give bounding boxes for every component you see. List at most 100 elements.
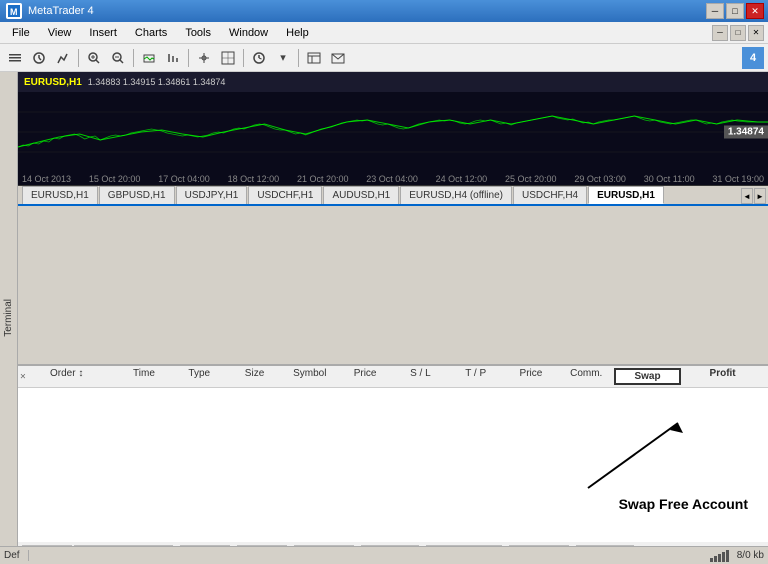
close-button[interactable]: ✕ bbox=[746, 3, 764, 19]
trade-table-header: × Order ↕ Time Type Size Symbol Price S … bbox=[18, 366, 768, 388]
chart-tab-3[interactable]: USDCHF,H1 bbox=[248, 186, 322, 204]
chart-time-axis: 14 Oct 2013 15 Oct 20:00 17 Oct 04:00 18… bbox=[18, 172, 768, 186]
menu-max-btn[interactable]: □ bbox=[730, 25, 746, 41]
data-size-label: 8/0 kb bbox=[737, 550, 764, 561]
menu-window[interactable]: Window bbox=[221, 25, 276, 41]
status-right: 8/0 kb bbox=[710, 550, 764, 562]
chart-header: EURUSD,H1 1.34883 1.34915 1.34861 1.3487… bbox=[18, 72, 768, 92]
chart-tab-0[interactable]: EURUSD,H1 bbox=[22, 186, 98, 204]
time-label-6: 24 Oct 12:00 bbox=[436, 174, 488, 184]
chart-canvas[interactable]: 1.34874 bbox=[18, 92, 768, 172]
toolbar-btn-5[interactable] bbox=[162, 47, 184, 69]
toolbar-template[interactable] bbox=[303, 47, 325, 69]
col-price2[interactable]: Price bbox=[503, 368, 558, 385]
time-label-2: 17 Oct 04:00 bbox=[158, 174, 210, 184]
col-order[interactable]: Order ↕ bbox=[34, 368, 116, 385]
menu-tools[interactable]: Tools bbox=[177, 25, 219, 41]
col-price[interactable]: Price bbox=[337, 368, 392, 385]
chart-tab-1[interactable]: GBPUSD,H1 bbox=[99, 186, 175, 204]
col-time[interactable]: Time bbox=[116, 368, 171, 385]
time-label-5: 23 Oct 04:00 bbox=[366, 174, 418, 184]
toolbar-btn-7[interactable]: ▾ bbox=[272, 47, 294, 69]
window-title: MetaTrader 4 bbox=[28, 5, 94, 17]
toolbar-btn-6[interactable] bbox=[217, 47, 239, 69]
chart-tab-right[interactable]: ► bbox=[754, 188, 766, 204]
col-tp[interactable]: T / P bbox=[448, 368, 503, 385]
annotation-arrow-svg bbox=[488, 408, 708, 508]
menu-charts[interactable]: Charts bbox=[127, 25, 175, 41]
toolbar-sep-2 bbox=[133, 49, 134, 67]
chart-symbol: EURUSD,H1 bbox=[24, 77, 82, 88]
time-label-10: 31 Oct 19:00 bbox=[712, 174, 764, 184]
connection-icon bbox=[710, 550, 729, 562]
status-def: Def bbox=[4, 550, 29, 561]
signal-bar-1 bbox=[710, 558, 713, 562]
title-bar-left: M MetaTrader 4 bbox=[6, 3, 94, 19]
left-sidebar: Terminal bbox=[0, 72, 18, 564]
time-label-3: 18 Oct 12:00 bbox=[228, 174, 280, 184]
chart-area: EURUSD,H1 1.34883 1.34915 1.34861 1.3487… bbox=[18, 72, 768, 272]
chart-svg bbox=[18, 92, 768, 172]
toolbar-right-btn[interactable]: 4 bbox=[742, 47, 764, 69]
trade-body: Swap Free Account bbox=[18, 388, 768, 542]
minimize-button[interactable]: ─ bbox=[706, 3, 724, 19]
chart-tab-7[interactable]: EURUSD,H1 bbox=[588, 186, 664, 204]
toolbar-email[interactable] bbox=[327, 47, 349, 69]
chart-tab-6[interactable]: USDCHF,H4 bbox=[513, 186, 587, 204]
col-comm[interactable]: Comm. bbox=[559, 368, 614, 385]
svg-text:M: M bbox=[10, 7, 18, 17]
status-bar: Def 8/0 kb bbox=[0, 546, 768, 564]
time-label-4: 21 Oct 20:00 bbox=[297, 174, 349, 184]
chart-tab-4[interactable]: AUDUSD,H1 bbox=[323, 186, 399, 204]
col-type[interactable]: Type bbox=[172, 368, 227, 385]
col-sl[interactable]: S / L bbox=[393, 368, 448, 385]
toolbar-zoom-out[interactable] bbox=[107, 47, 129, 69]
time-label-8: 29 Oct 03:00 bbox=[574, 174, 626, 184]
table-close-btn[interactable]: × bbox=[20, 371, 26, 382]
signal-bar-5 bbox=[726, 550, 729, 562]
toolbar-crosshair[interactable] bbox=[193, 47, 215, 69]
chart-tab-5[interactable]: EURUSD,H4 (offline) bbox=[400, 186, 512, 204]
toolbar-btn-1[interactable] bbox=[4, 47, 26, 69]
chart-tabs-scroll: ◄ ► bbox=[741, 188, 768, 204]
menu-help[interactable]: Help bbox=[278, 25, 317, 41]
chart-prices: 1.34883 1.34915 1.34861 1.34874 bbox=[88, 77, 226, 87]
chart-tab-left[interactable]: ◄ bbox=[741, 188, 753, 204]
col-symbol[interactable]: Symbol bbox=[282, 368, 337, 385]
menu-bar: File View Insert Charts Tools Window Hel… bbox=[0, 22, 768, 44]
menu-close-btn[interactable]: ✕ bbox=[748, 25, 764, 41]
annotation-container: Swap Free Account bbox=[18, 388, 768, 542]
time-label-0: 14 Oct 2013 bbox=[22, 174, 71, 184]
toolbar-btn-3[interactable] bbox=[52, 47, 74, 69]
signal-bar-2 bbox=[714, 556, 717, 562]
menu-file[interactable]: File bbox=[4, 25, 38, 41]
chart-tab-2[interactable]: USDJPY,H1 bbox=[176, 186, 248, 204]
time-label-7: 25 Oct 20:00 bbox=[505, 174, 557, 184]
time-label-9: 30 Oct 11:00 bbox=[644, 174, 695, 184]
signal-bar-4 bbox=[722, 552, 725, 562]
menu-min-btn[interactable]: ─ bbox=[712, 25, 728, 41]
toolbar-zoom-in[interactable] bbox=[83, 47, 105, 69]
toolbar-sep-5 bbox=[298, 49, 299, 67]
toolbar-btn-4[interactable] bbox=[138, 47, 160, 69]
toolbar-btn-2[interactable] bbox=[28, 47, 50, 69]
toolbar-sep-1 bbox=[78, 49, 79, 67]
window-controls: ─ □ ✕ bbox=[706, 3, 764, 19]
maximize-button[interactable]: □ bbox=[726, 3, 744, 19]
menu-view[interactable]: View bbox=[40, 25, 80, 41]
col-swap[interactable]: Swap bbox=[614, 368, 681, 385]
sidebar-label: Terminal bbox=[3, 299, 14, 337]
chart-price-label: 1.34874 bbox=[724, 126, 768, 139]
signal-bar-3 bbox=[718, 554, 721, 562]
col-size[interactable]: Size bbox=[227, 368, 282, 385]
toolbar-clock[interactable] bbox=[248, 47, 270, 69]
time-label-1: 15 Oct 20:00 bbox=[89, 174, 141, 184]
toolbar-sep-3 bbox=[188, 49, 189, 67]
toolbar: ▾ 4 bbox=[0, 44, 768, 72]
title-bar: M MetaTrader 4 ─ □ ✕ bbox=[0, 0, 768, 22]
col-profit[interactable]: Profit bbox=[681, 368, 764, 385]
table-columns: Order ↕ Time Type Size Symbol Price S / … bbox=[22, 368, 764, 385]
toolbar-sep-4 bbox=[243, 49, 244, 67]
menu-bar-right: ─ □ ✕ bbox=[712, 25, 764, 41]
menu-insert[interactable]: Insert bbox=[81, 25, 125, 41]
